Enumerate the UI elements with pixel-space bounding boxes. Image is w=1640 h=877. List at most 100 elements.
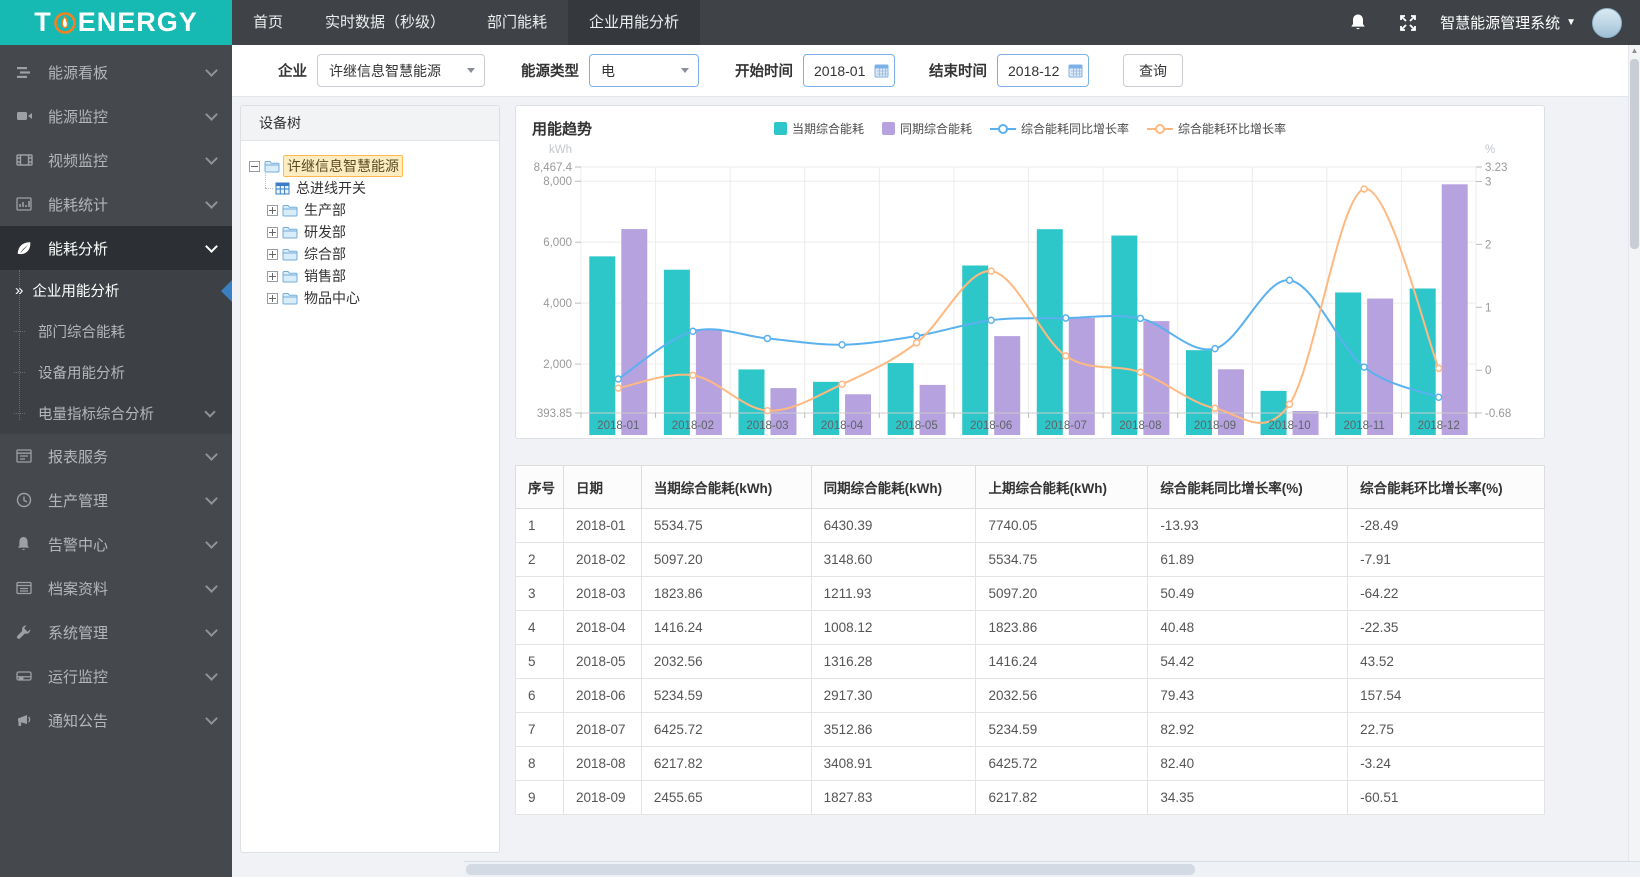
point-综合能耗同比增长率-2018-05[interactable] <box>912 332 921 340</box>
table-row-6[interactable]: 6 2018-06 5234.59 2917.30 2032.56 79.43 157.54 <box>515 678 1545 713</box>
energy-type-select[interactable]: 电 <box>589 54 699 87</box>
sidebar-item-8[interactable]: 告警中心 <box>0 522 232 566</box>
tree-node-label[interactable]: 研发部 <box>301 222 349 242</box>
bell-icon[interactable] <box>1348 13 1368 33</box>
table-row-5[interactable]: 5 2018-05 2032.56 1316.28 1416.24 54.42 43.52 <box>515 644 1545 679</box>
table-row-3[interactable]: 3 2018-03 1823.86 1211.93 5097.20 50.49 -64.22 <box>515 576 1545 611</box>
sidebar-item-5[interactable]: 能耗分析 <box>0 226 232 270</box>
point-综合能耗同比增长率-2018-06[interactable] <box>987 316 995 324</box>
bar-当期综合能耗-2018-08[interactable] <box>1111 235 1138 435</box>
point-综合能耗环比增长率-2018-01[interactable] <box>614 384 623 392</box>
horizontal-scroll-thumb[interactable] <box>466 864 1196 875</box>
point-综合能耗同比增长率-2018-04[interactable] <box>838 340 846 349</box>
tree-expander-plus[interactable] <box>267 226 278 238</box>
tree-node-label[interactable]: 总进线开关 <box>293 178 369 198</box>
point-综合能耗同比增长率-2018-07[interactable] <box>1062 314 1070 322</box>
sidebar-item-1[interactable]: 能源看板 <box>0 50 232 94</box>
point-综合能耗环比增长率-2018-05[interactable] <box>912 339 921 347</box>
table-row-1[interactable]: 1 2018-01 5534.75 6430.39 7740.05 -13.93 -28.4… <box>515 508 1545 543</box>
point-综合能耗环比增长率-2018-04[interactable] <box>838 380 846 389</box>
tree-node-label[interactable]: 物品中心 <box>301 288 363 308</box>
point-综合能耗同比增长率-2018-10[interactable] <box>1285 276 1294 284</box>
start-date-input[interactable]: 2018-01 <box>803 54 895 87</box>
point-综合能耗同比增长率-2018-11[interactable] <box>1360 363 1368 371</box>
tree-expander-minus[interactable] <box>249 160 260 172</box>
point-综合能耗同比增长率-2018-01[interactable] <box>614 375 623 383</box>
horizontal-scrollbar[interactable] <box>464 861 1640 877</box>
bar-同期综合能耗-2018-01[interactable] <box>621 229 648 435</box>
tree-expander-plus[interactable] <box>267 270 278 282</box>
nav-tab-3[interactable]: 部门能耗 <box>466 0 568 45</box>
tree-node-label[interactable]: 许继信息智慧能源 <box>283 155 403 177</box>
sidebar-subitem-4[interactable]: 电量指标综合分析 <box>0 393 232 434</box>
nav-tab-4[interactable]: 企业用能分析 <box>568 0 701 45</box>
sidebar-item-12[interactable]: 通知公告 <box>0 698 232 742</box>
company-select[interactable]: 许继信息智慧能源 <box>317 54 485 87</box>
point-综合能耗环比增长率-2018-08[interactable] <box>1136 368 1145 377</box>
nav-tab-1[interactable]: 首页 <box>232 0 304 45</box>
query-button[interactable]: 查询 <box>1123 54 1183 87</box>
bar-同期综合能耗-2018-12[interactable] <box>1441 184 1468 435</box>
point-综合能耗环比增长率-2018-02[interactable] <box>689 371 697 379</box>
sidebar-item-2[interactable]: 能源监控 <box>0 94 232 138</box>
fullscreen-icon[interactable] <box>1398 13 1418 33</box>
point-综合能耗环比增长率-2018-12[interactable] <box>1434 364 1443 373</box>
point-综合能耗同比增长率-2018-08[interactable] <box>1136 314 1145 323</box>
table-row-9[interactable]: 9 2018-09 2455.65 1827.83 6217.82 34.35 -60.51 <box>515 780 1545 815</box>
point-综合能耗环比增长率-2018-03[interactable] <box>763 406 772 415</box>
point-综合能耗环比增长率-2018-09[interactable] <box>1211 404 1219 413</box>
system-menu[interactable]: 智慧能源管理系统 ▼ <box>1440 12 1576 33</box>
tree-node-label[interactable]: 综合部 <box>301 244 349 264</box>
legend-item-4[interactable]: 综合能耗环比增长率 <box>1147 120 1286 137</box>
end-date-input[interactable]: 2018-12 <box>997 54 1089 87</box>
tree-expander-plus[interactable] <box>267 292 278 304</box>
point-综合能耗同比增长率-2018-09[interactable] <box>1211 344 1219 353</box>
sidebar-item-10[interactable]: 系统管理 <box>0 610 232 654</box>
table-row-8[interactable]: 8 2018-08 6217.82 3408.91 6425.72 82.40 -3.24 <box>515 746 1545 781</box>
sidebar-subitem-3[interactable]: 设备用能分析 <box>0 352 232 393</box>
point-综合能耗同比增长率-2018-03[interactable] <box>763 334 772 343</box>
point-综合能耗环比增长率-2018-06[interactable] <box>987 267 995 275</box>
scroll-up-arrow[interactable]: ▲ <box>1629 45 1640 57</box>
point-综合能耗环比增长率-2018-10[interactable] <box>1285 400 1294 408</box>
sidebar-item-4[interactable]: 能耗统计 <box>0 182 232 226</box>
bar-同期综合能耗-2018-11[interactable] <box>1367 298 1394 435</box>
table-row-4[interactable]: 4 2018-04 1416.24 1008.12 1823.86 40.48 -22.35 <box>515 610 1545 645</box>
sidebar-item-11[interactable]: 运行监控 <box>0 654 232 698</box>
vertical-scrollbar[interactable]: ▲ ▼ <box>1628 45 1640 877</box>
sidebar-subitem-1[interactable]: » 企业用能分析 <box>0 270 232 311</box>
legend-item-1[interactable]: 当期综合能耗 <box>773 120 864 137</box>
table-row-7[interactable]: 7 2018-07 6425.72 3512.86 5234.59 82.92 22.75 <box>515 712 1545 747</box>
sidebar-subitem-2[interactable]: 部门综合能耗 <box>0 311 232 352</box>
legend-label: 综合能耗环比增长率 <box>1178 122 1287 136</box>
table-cell: -7.91 <box>1347 542 1545 577</box>
vertical-scroll-thumb[interactable] <box>1630 59 1639 249</box>
chevron-down-icon <box>205 239 218 253</box>
sidebar-item-9[interactable]: 档案资料 <box>0 566 232 610</box>
device-tree: 许继信息智慧能源 总进线开关 生产部 研发部 综合部 销售部 物品中心 <box>241 141 499 309</box>
legend-item-2[interactable]: 同期综合能耗 <box>881 120 972 137</box>
table-row-2[interactable]: 2 2018-02 5097.20 3148.60 5534.75 61.89 -7.91 <box>515 542 1545 577</box>
point-综合能耗环比增长率-2018-07[interactable] <box>1062 352 1070 360</box>
bar-当期综合能耗-2018-11[interactable] <box>1335 292 1362 435</box>
legend-item-3[interactable]: 综合能耗同比增长率 <box>990 120 1129 137</box>
point-综合能耗同比增长率-2018-12[interactable] <box>1434 393 1443 402</box>
bar-当期综合能耗-2018-07[interactable] <box>1036 229 1063 435</box>
user-avatar[interactable] <box>1592 7 1622 38</box>
bar-同期综合能耗-2018-07[interactable] <box>1068 317 1095 435</box>
bar-当期综合能耗-2018-01[interactable] <box>589 256 616 435</box>
bar-当期综合能耗-2018-02[interactable] <box>663 269 690 435</box>
tree-node-label[interactable]: 生产部 <box>301 200 349 220</box>
tree-expander-plus[interactable] <box>267 204 278 216</box>
bar-同期综合能耗-2018-08[interactable] <box>1143 321 1170 435</box>
tree-node-label[interactable]: 销售部 <box>301 266 349 286</box>
sidebar-item-7[interactable]: 生产管理 <box>0 478 232 522</box>
table-cell: 2018-02 <box>562 542 642 577</box>
nav-tab-2[interactable]: 实时数据（秒级） <box>304 0 466 45</box>
tree-expander-plus[interactable] <box>267 248 278 260</box>
sidebar-item-3[interactable]: 视频监控 <box>0 138 232 182</box>
sidebar-item-6[interactable]: 报表服务 <box>0 434 232 478</box>
point-综合能耗同比增长率-2018-02[interactable] <box>689 327 697 336</box>
bar-当期综合能耗-2018-06[interactable] <box>962 265 989 435</box>
point-综合能耗环比增长率-2018-11[interactable] <box>1360 185 1368 193</box>
